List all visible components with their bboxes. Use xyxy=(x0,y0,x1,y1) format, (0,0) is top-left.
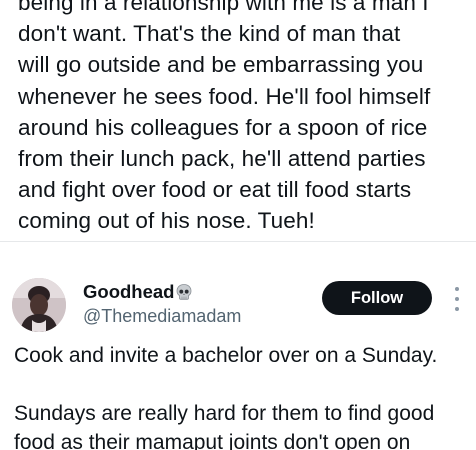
post-divider xyxy=(0,241,476,242)
previous-post-line: being in a relationship with me is a man… xyxy=(18,0,429,15)
skull-icon xyxy=(175,283,193,301)
author-handle[interactable]: @Themediamadam xyxy=(83,305,241,327)
post-body-line: Sundays are really hard for them to find… xyxy=(14,402,435,425)
previous-post-line: don't want. That's the kind of man that xyxy=(18,21,401,47)
previous-post-line: from their lunch pack, he'll attend part… xyxy=(18,146,426,172)
author-name-row[interactable]: Goodhead xyxy=(83,281,193,303)
previous-post-line: will go outside and be embarrassing you xyxy=(18,52,424,78)
previous-post-line: and fight over food or eat till food sta… xyxy=(18,177,412,203)
previous-post-line: whenever he sees food. He'll fool himsel… xyxy=(18,83,431,109)
avatar-image xyxy=(12,278,66,332)
more-vertical-icon[interactable] xyxy=(447,287,467,311)
author-name[interactable]: Goodhead xyxy=(83,281,174,303)
post-body-line: Cook and invite a bachelor over on a Sun… xyxy=(14,344,438,367)
follow-button[interactable]: Follow xyxy=(322,281,432,315)
post-body-line: food as their mamaput joints don't open … xyxy=(14,431,411,450)
previous-post-line: coming out of his nose. Tueh! xyxy=(18,208,315,234)
post-header: Goodhead @Themediamadam Follow xyxy=(0,262,476,342)
previous-post-line: around his colleagues for a spoon of ric… xyxy=(18,114,428,140)
post-body: Cook and invite a bachelor over on a Sun… xyxy=(14,341,476,450)
avatar[interactable] xyxy=(12,278,66,332)
previous-post-text: being in a relationship with me is a man… xyxy=(0,0,476,237)
